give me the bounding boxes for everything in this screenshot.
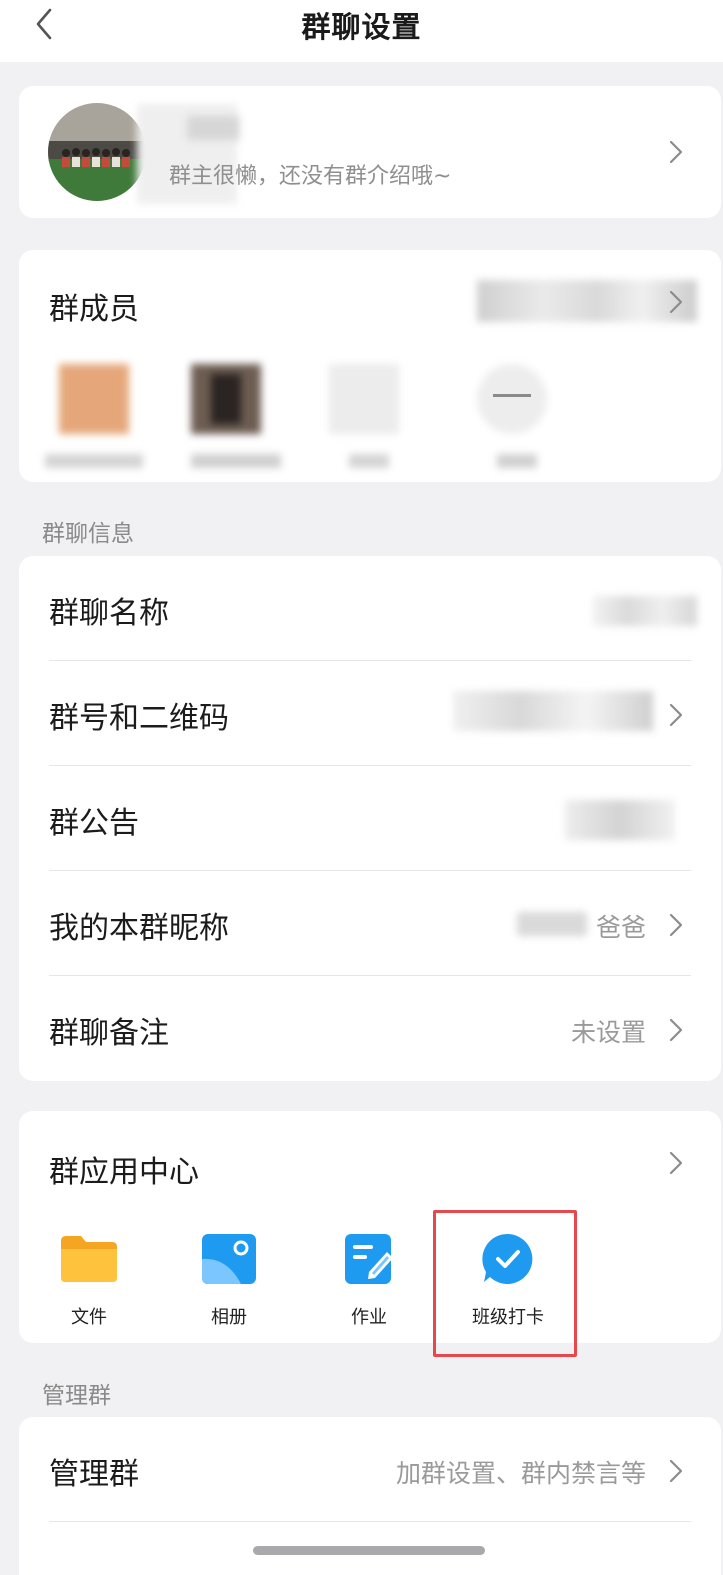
chevron-right-icon xyxy=(669,140,683,164)
member-avatar[interactable] xyxy=(477,364,547,468)
group-members-card: 群成员 xyxy=(19,250,721,482)
chevron-right-icon xyxy=(669,913,683,937)
app-label: 作业 xyxy=(351,1307,387,1328)
group-avatar xyxy=(48,103,146,201)
group-intro: 群主很懒，还没有群介绍哦~ xyxy=(169,164,452,189)
row-label: 我的本群昵称 xyxy=(49,911,229,946)
folder-icon xyxy=(61,1236,117,1282)
announcement-redacted xyxy=(565,800,675,840)
remark-value: 未设置 xyxy=(570,1018,646,1047)
manage-value: 加群设置、群内禁言等 xyxy=(395,1459,646,1488)
chevron-right-icon xyxy=(669,703,683,727)
group-profile-card[interactable]: 群主很懒，还没有群介绍哦~ xyxy=(19,86,721,218)
member-count-redacted xyxy=(477,280,697,322)
row-label: 群聊备注 xyxy=(49,1016,169,1051)
highlight-box xyxy=(433,1210,577,1357)
group-apps-card: 群应用中心 文件 相册 作业 班级打卡 xyxy=(19,1111,721,1343)
group-info-card: 群聊名称 群号和二维码 群公告 我的本群昵称 爸爸 群聊备注 未设置 xyxy=(19,556,721,1081)
home-indicator[interactable] xyxy=(253,1546,485,1555)
app-files[interactable]: 文件 xyxy=(29,1229,149,1329)
divider xyxy=(49,1521,691,1522)
homework-icon xyxy=(345,1234,393,1284)
app-album[interactable]: 相册 xyxy=(169,1229,289,1329)
album-icon xyxy=(202,1234,256,1284)
apps-title: 群应用中心 xyxy=(49,1155,199,1190)
group-number-redacted xyxy=(453,691,653,731)
member-avatar[interactable] xyxy=(45,364,143,468)
nickname-value: 爸爸 xyxy=(595,913,646,942)
row-label: 管理群 xyxy=(49,1457,139,1492)
row-group-announcement[interactable]: 群公告 xyxy=(19,766,721,871)
apps-header[interactable]: 群应用中心 xyxy=(19,1111,721,1215)
member-avatar[interactable] xyxy=(329,364,399,468)
section-label-group-info: 群聊信息 xyxy=(42,521,134,547)
chevron-right-icon xyxy=(669,290,683,314)
page-title: 群聊设置 xyxy=(301,10,422,44)
chevron-right-icon xyxy=(669,1018,683,1042)
row-label: 群号和二维码 xyxy=(49,701,229,736)
navigation-bar: 群聊设置 xyxy=(0,0,723,62)
row-manage-group[interactable]: 管理群 加群设置、群内禁言等 xyxy=(19,1417,721,1522)
app-homework[interactable]: 作业 xyxy=(309,1229,429,1329)
row-group-name[interactable]: 群聊名称 xyxy=(19,556,721,661)
row-label: 群聊名称 xyxy=(49,596,169,631)
row-group-number-qr[interactable]: 群号和二维码 xyxy=(19,661,721,766)
row-my-nickname[interactable]: 我的本群昵称 爸爸 xyxy=(19,871,721,976)
row-group-remark[interactable]: 群聊备注 未设置 xyxy=(19,976,721,1081)
row-label: 群公告 xyxy=(49,806,139,841)
app-label: 文件 xyxy=(71,1307,107,1328)
members-header[interactable]: 群成员 xyxy=(19,250,721,350)
chevron-right-icon xyxy=(669,1459,683,1483)
member-avatar[interactable] xyxy=(191,364,281,468)
group-name-value-redacted xyxy=(593,596,697,626)
members-title: 群成员 xyxy=(49,292,139,327)
nickname-redacted xyxy=(517,912,587,936)
app-label: 相册 xyxy=(211,1307,247,1328)
chevron-right-icon xyxy=(669,1151,683,1175)
section-label-manage: 管理群 xyxy=(42,1383,111,1409)
